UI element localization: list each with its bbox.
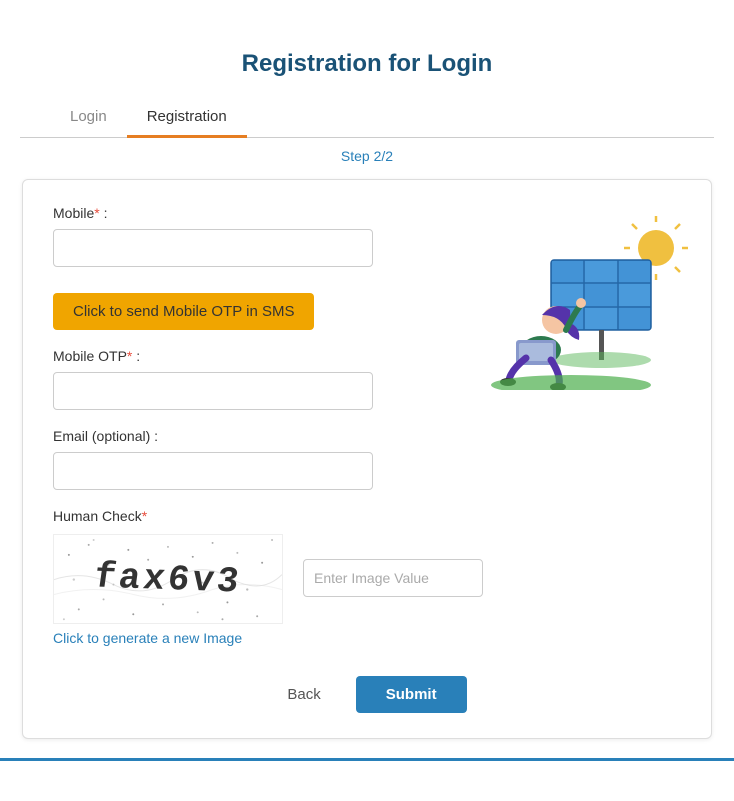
mobile-otp-input[interactable] (53, 372, 373, 410)
captcha-row: fax6v3 Click to generate a new Image (53, 534, 681, 646)
step-indicator: Step 2/2 (20, 148, 714, 164)
human-check-section: Human Check* (53, 508, 681, 646)
tabs-container: Login Registration (20, 98, 714, 138)
tab-registration[interactable]: Registration (127, 98, 247, 138)
submit-button[interactable]: Submit (356, 676, 467, 713)
send-otp-button[interactable]: Click to send Mobile OTP in SMS (53, 293, 314, 330)
captcha-image: fax6v3 (53, 534, 283, 624)
buttons-row: Back Submit (53, 676, 681, 713)
mobile-input[interactable] (53, 229, 373, 267)
generate-captcha-link[interactable]: Click to generate a new Image (53, 630, 242, 646)
illustration (471, 210, 691, 390)
back-button[interactable]: Back (267, 678, 340, 711)
email-row: Email (optional) : (53, 428, 681, 490)
email-label: Email (optional) : (53, 428, 681, 444)
tab-login[interactable]: Login (50, 98, 127, 138)
form-card: Mobile* : Click to send Mobile OTP in SM… (22, 179, 712, 739)
captcha-text: fax6v3 (92, 556, 245, 602)
email-input[interactable] (53, 452, 373, 490)
captcha-input[interactable] (303, 559, 483, 597)
human-check-label: Human Check* (53, 508, 681, 524)
page-title: Registration for Login (242, 50, 493, 78)
page-wrapper: Registration for Login Login Registratio… (20, 20, 714, 781)
